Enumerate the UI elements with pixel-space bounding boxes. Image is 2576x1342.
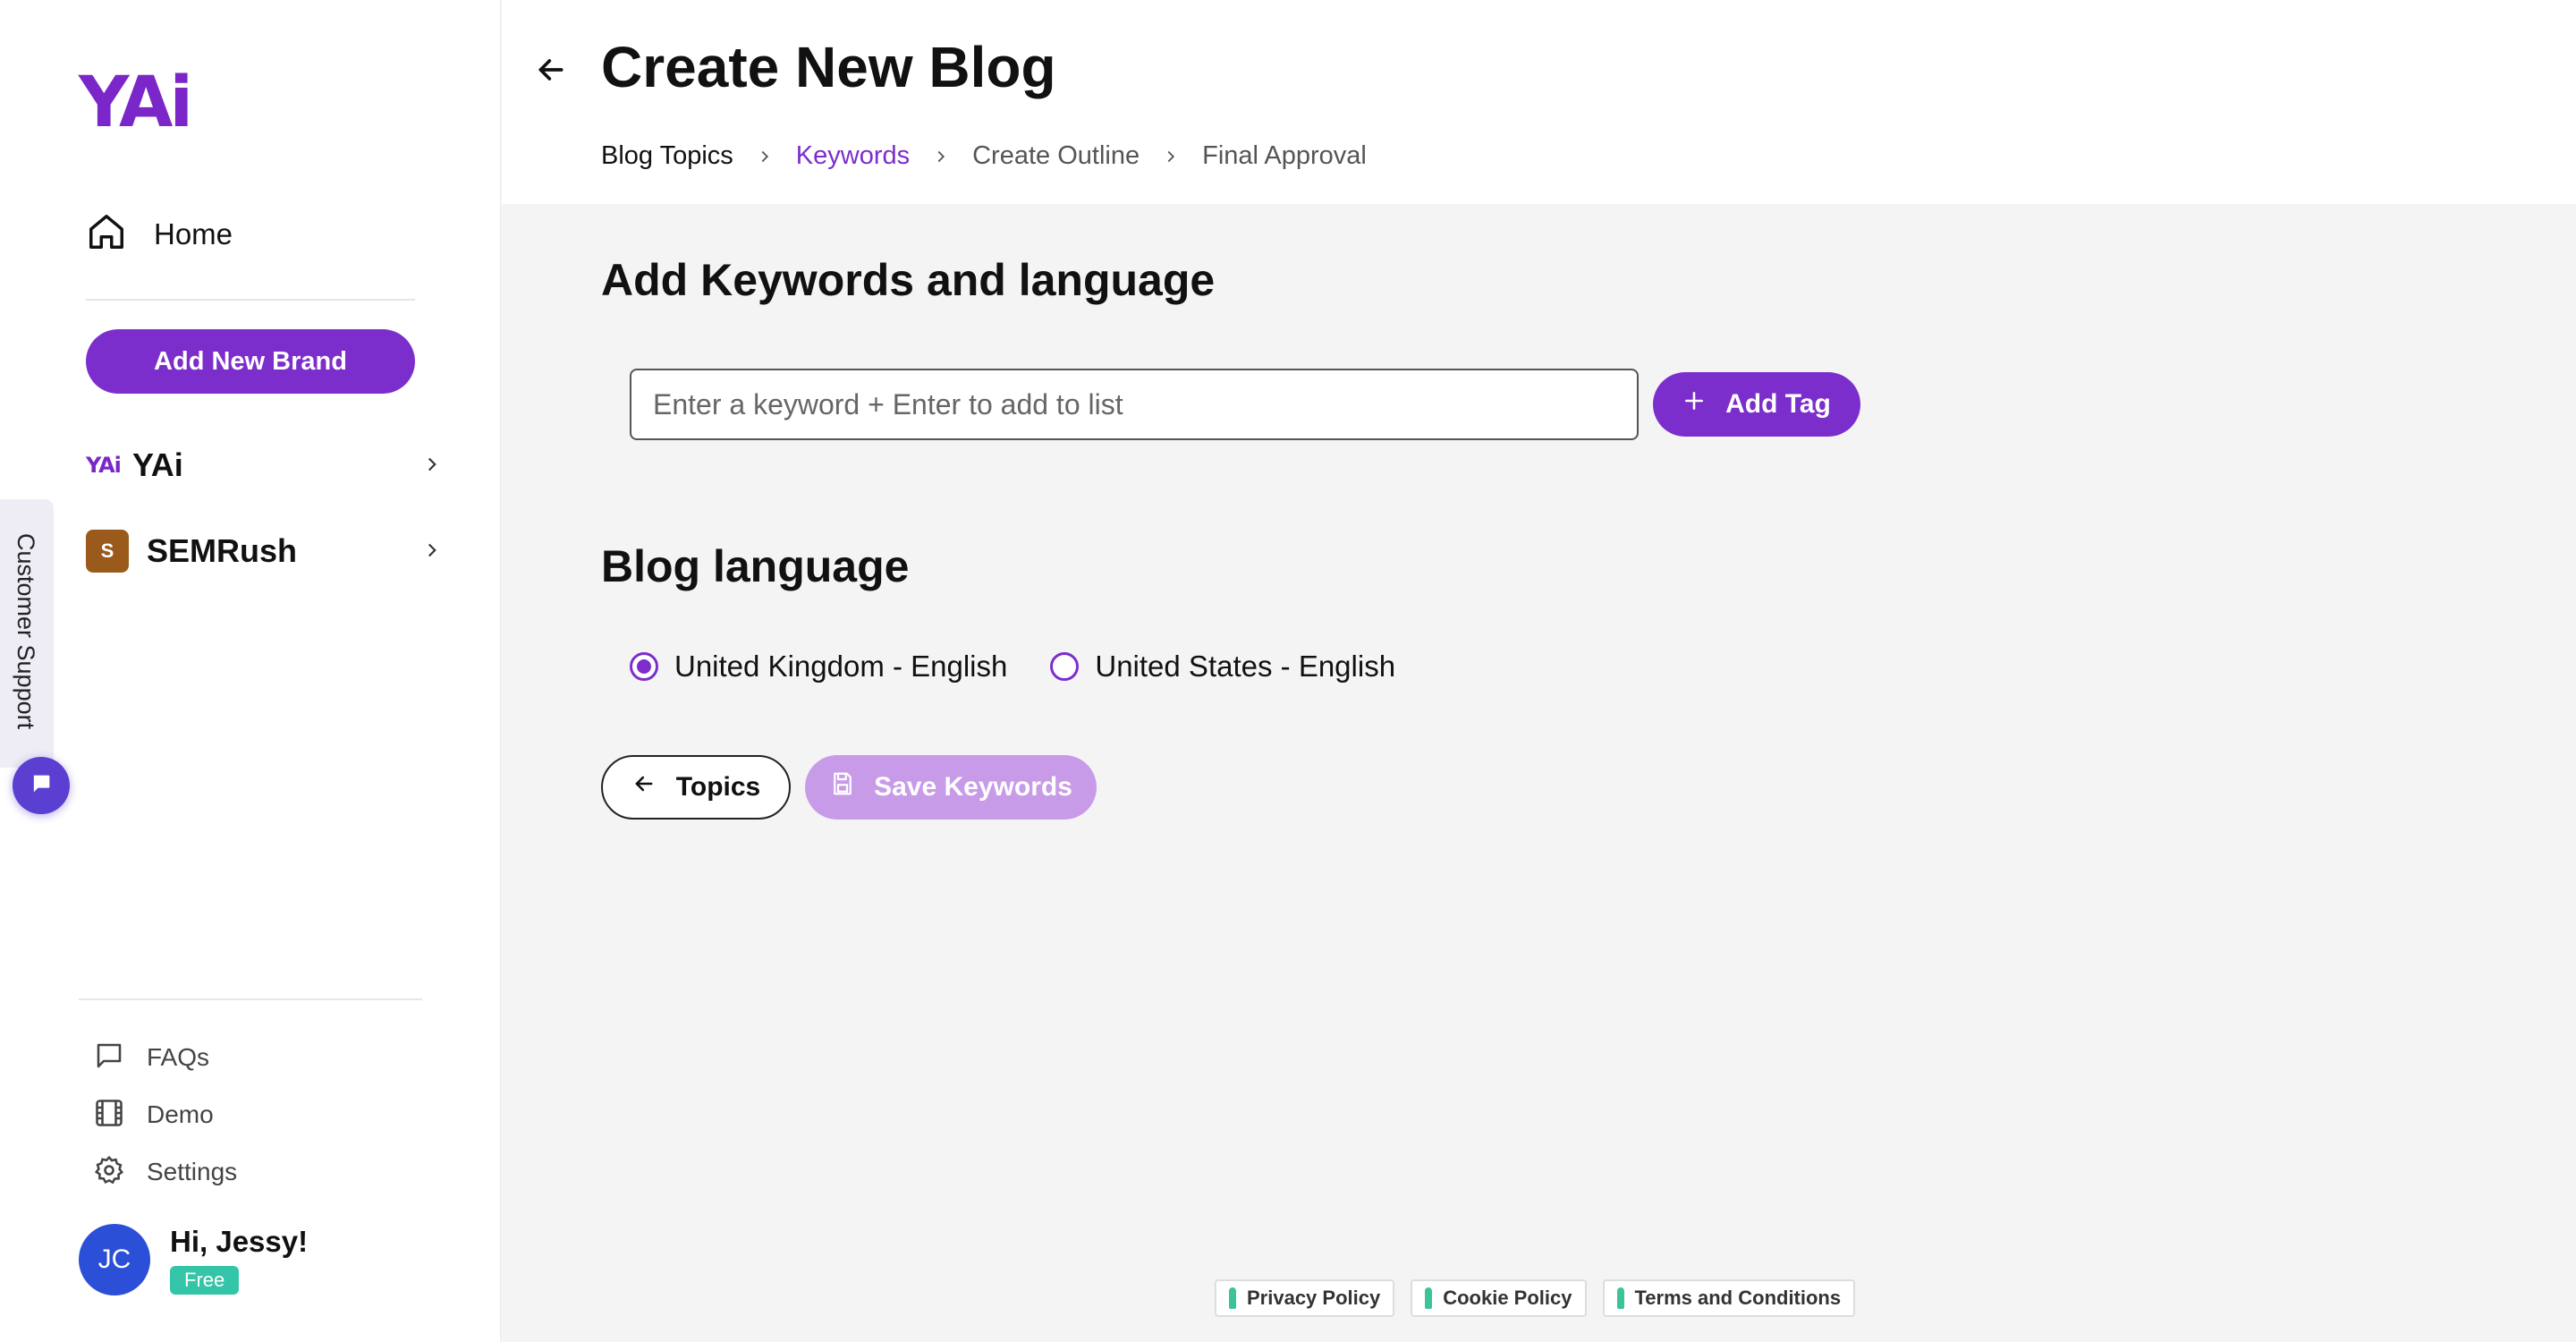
keywords-heading: Add Keywords and language [601, 255, 1216, 305]
sidebar-item-faqs[interactable]: FAQs [93, 1029, 237, 1086]
gear-icon [93, 1154, 125, 1191]
user-greeting: Hi, Jessy! [170, 1225, 309, 1258]
divider [86, 299, 415, 301]
pin-icon [1425, 1287, 1433, 1309]
topics-label: Topics [675, 772, 761, 802]
language-heading: Blog language [601, 541, 910, 591]
sidebar-item-settings[interactable]: Settings [93, 1143, 237, 1201]
brand-name: YAi [132, 446, 183, 483]
film-icon [93, 1097, 125, 1134]
chat-bubble-icon [93, 1040, 125, 1076]
add-tag-button[interactable]: Add Tag [1653, 372, 1860, 437]
breadcrumb: Blog Topics Keywords Create Outline Fina… [601, 141, 1367, 171]
language-option-uk[interactable]: United Kingdom - English [630, 650, 1007, 684]
terms-link[interactable]: Terms and Conditions [1602, 1279, 1856, 1317]
sidebar-item-label: Home [154, 217, 233, 251]
breadcrumb-keywords[interactable]: Keywords [796, 141, 910, 171]
sidebar-item-label: FAQs [147, 1043, 210, 1071]
yai-brand-logo: YAi [86, 453, 122, 478]
language-label: United States - English [1095, 650, 1396, 683]
plus-icon [1682, 389, 1706, 420]
breadcrumb-blog-topics[interactable]: Blog Topics [601, 141, 733, 171]
pin-icon [1229, 1287, 1236, 1309]
back-arrow-icon[interactable] [533, 52, 569, 92]
breadcrumb-create-outline[interactable]: Create Outline [972, 141, 1140, 171]
home-icon [86, 211, 127, 257]
page-header [502, 0, 2576, 204]
breadcrumb-final-approval[interactable]: Final Approval [1202, 141, 1367, 171]
language-radio-group: United Kingdom - English United States -… [630, 650, 1438, 684]
chevron-right-icon [931, 147, 951, 166]
footer-link-label: Terms and Conditions [1634, 1287, 1842, 1309]
sidebar: YAi Home Add New Brand YAi YAi S SEMRush… [0, 0, 501, 1342]
semrush-badge: S [86, 530, 129, 573]
add-tag-label: Add Tag [1725, 389, 1831, 419]
chat-icon [29, 771, 54, 801]
save-keywords-button[interactable]: Save Keywords [805, 755, 1097, 820]
pin-icon [1616, 1287, 1624, 1309]
add-new-brand-button[interactable]: Add New Brand [86, 329, 415, 394]
chevron-right-icon [1161, 147, 1181, 166]
save-keywords-label: Save Keywords [874, 772, 1072, 802]
footer-link-label: Cookie Policy [1443, 1287, 1572, 1309]
plan-badge: Free [170, 1266, 240, 1295]
sidebar-item-demo[interactable]: Demo [93, 1086, 237, 1143]
yai-logo[interactable]: YAi [79, 68, 193, 138]
language-label: United Kingdom - English [674, 650, 1008, 683]
radio-selected[interactable] [630, 652, 658, 681]
sidebar-item-label: Demo [147, 1100, 214, 1128]
customer-support-button[interactable] [13, 757, 70, 814]
keyword-input[interactable] [630, 369, 1639, 440]
bottom-links: FAQs Demo Settings [93, 1029, 237, 1201]
back-to-topics-button[interactable]: Topics [601, 755, 791, 820]
save-icon [829, 770, 856, 804]
sidebar-item-home[interactable]: Home [86, 211, 233, 257]
privacy-policy-link[interactable]: Privacy Policy [1215, 1279, 1395, 1317]
radio-unselected[interactable] [1050, 652, 1080, 681]
footer-link-label: Privacy Policy [1247, 1287, 1381, 1309]
brand-item-semrush[interactable]: S SEMRush [86, 524, 444, 578]
divider [79, 998, 422, 1000]
chevron-right-icon [420, 539, 444, 566]
chevron-right-icon [755, 147, 775, 166]
chevron-right-icon [420, 453, 444, 480]
footer-links: Privacy Policy Cookie Policy Terms and C… [1215, 1279, 1856, 1317]
brand-name: SEMRush [147, 532, 298, 569]
brand-item-yai[interactable]: YAi YAi [86, 438, 444, 492]
user-profile[interactable]: JC Hi, Jessy! Free [79, 1224, 308, 1295]
sidebar-item-label: Settings [147, 1158, 238, 1185]
language-option-us[interactable]: United States - English [1050, 650, 1395, 684]
cookie-policy-link[interactable]: Cookie Policy [1411, 1279, 1587, 1317]
arrow-left-icon [631, 771, 657, 803]
avatar: JC [79, 1224, 150, 1295]
customer-support-label: Customer Support [13, 533, 39, 730]
page-title: Create New Blog [601, 35, 1056, 99]
